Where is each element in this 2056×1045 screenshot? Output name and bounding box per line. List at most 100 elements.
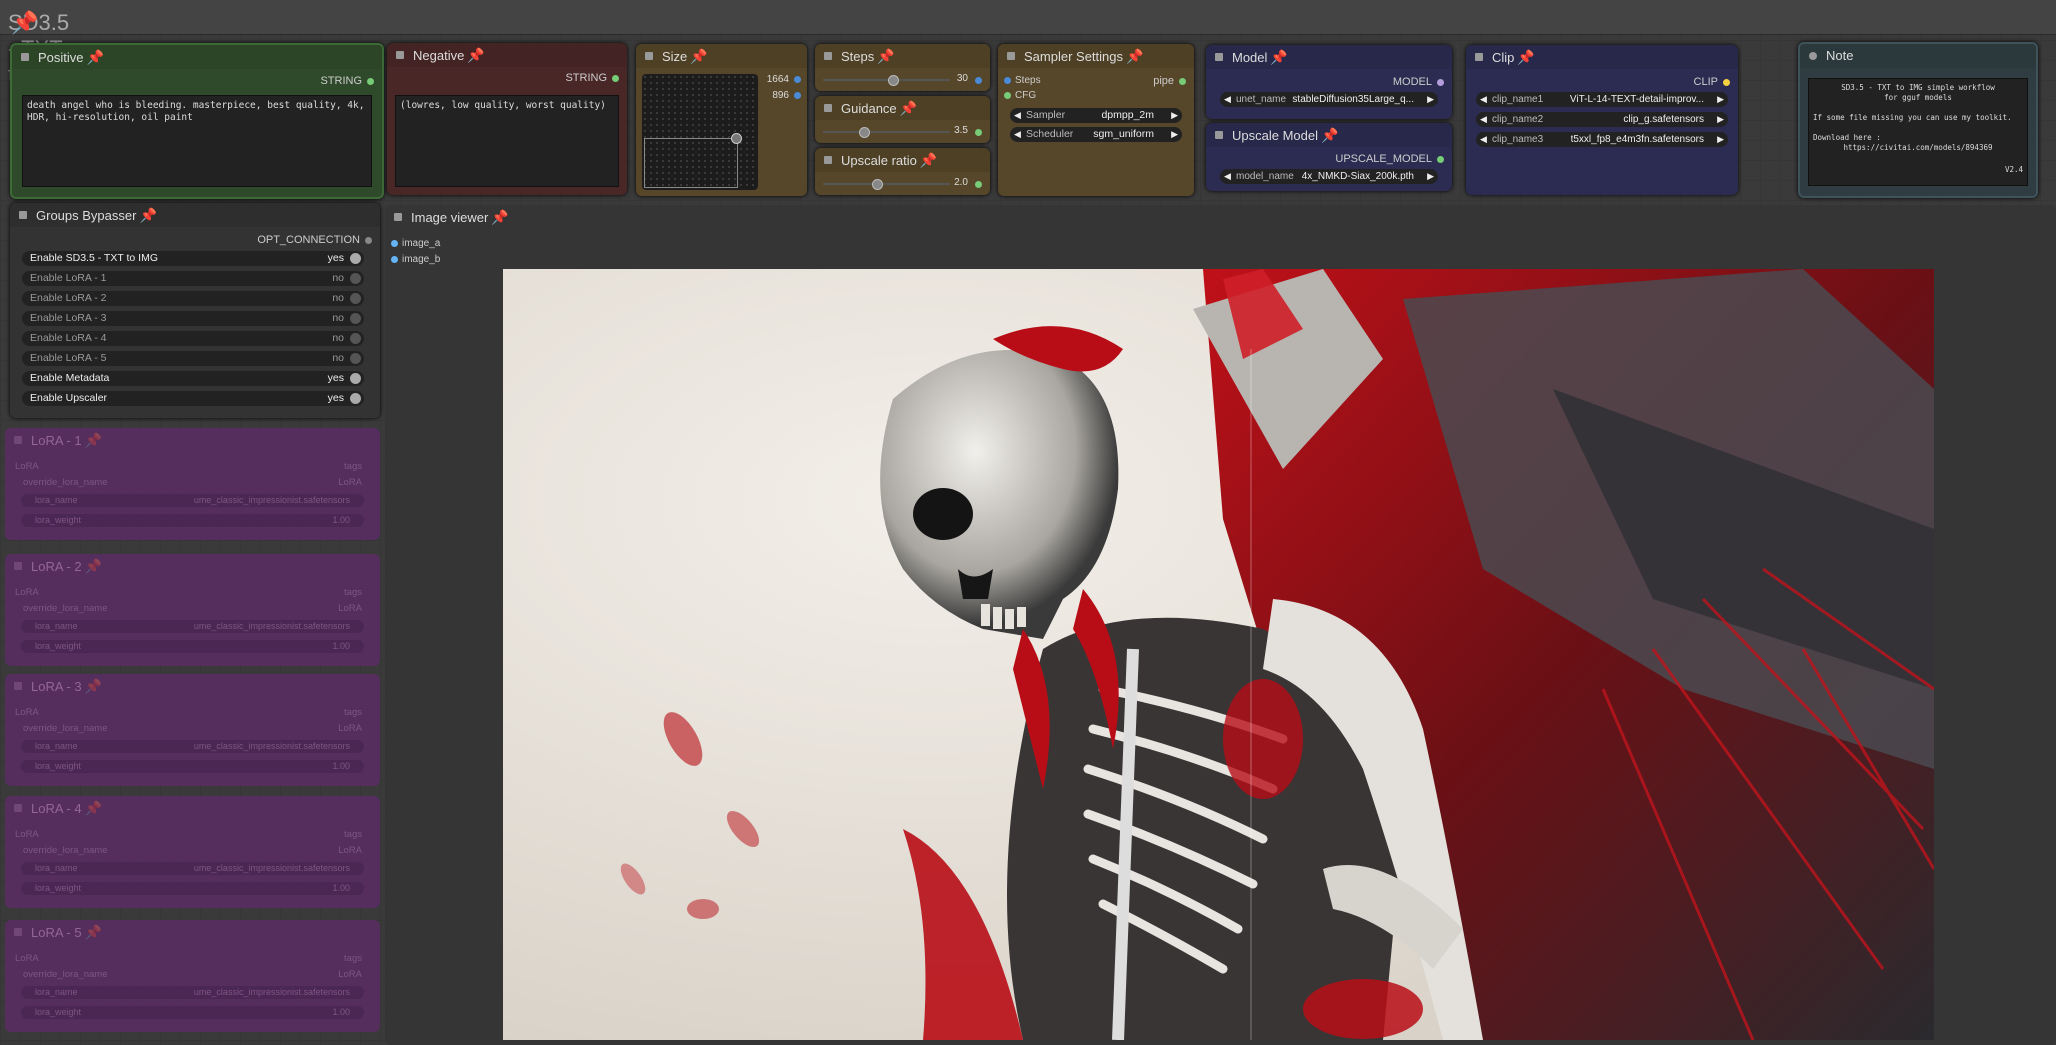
collapse-icon[interactable] xyxy=(394,213,402,221)
arrow-right-icon[interactable]: ▶ xyxy=(1717,92,1724,107)
size-canvas[interactable] xyxy=(642,74,758,190)
lora-name-select[interactable]: lora_name ume_classic_impressionist.safet… xyxy=(21,494,364,507)
unet-select[interactable]: ◀ unet_name stableDiffusion35Large_q... ▶ xyxy=(1220,92,1438,107)
negative-node[interactable]: Negative 📌 STRING (lowres, low quality, w… xyxy=(387,43,627,195)
toggle-knob[interactable] xyxy=(350,333,361,344)
collapse-icon[interactable] xyxy=(14,804,22,812)
lora-name-select[interactable]: lora_name ume_classic_impressionist.safet… xyxy=(21,986,364,999)
upscale-ratio-slider[interactable]: 2.0 xyxy=(815,177,990,191)
slider-knob[interactable] xyxy=(888,75,899,86)
negative-prompt-field[interactable]: (lowres, low quality, worst quality) xyxy=(395,95,619,187)
lora-weight-field[interactable]: lora_weight 1.00 xyxy=(21,640,364,653)
lora-node[interactable]: LoRA - 2 📌 LoRA override_lora_name tags LoRA l… xyxy=(5,554,380,666)
lora-node[interactable]: LoRA - 4 📌 LoRA override_lora_name tags LoRA l… xyxy=(5,796,380,908)
collapse-icon[interactable] xyxy=(824,52,832,60)
output-socket[interactable] xyxy=(794,75,801,83)
toggle-knob[interactable] xyxy=(350,273,361,284)
collapse-icon[interactable] xyxy=(1215,53,1223,61)
collapse-icon[interactable] xyxy=(1007,52,1015,60)
collapse-icon[interactable] xyxy=(824,104,832,112)
output-socket[interactable] xyxy=(975,77,982,84)
lora-name-select[interactable]: lora_name ume_classic_impressionist.safet… xyxy=(21,620,364,633)
scheduler-select[interactable]: ◀ Scheduler sgm_uniform ▶ xyxy=(1010,127,1182,142)
output-socket[interactable] xyxy=(975,129,982,136)
positive-prompt-field[interactable]: death angel who is bleeding. masterpiece… xyxy=(22,95,372,187)
output-socket[interactable] xyxy=(1437,155,1444,163)
collapse-icon[interactable] xyxy=(645,52,653,60)
size-handle[interactable] xyxy=(731,133,742,144)
slider-knob[interactable] xyxy=(872,179,883,190)
collapse-icon[interactable] xyxy=(1475,53,1483,61)
arrow-right-icon[interactable]: ▶ xyxy=(1717,132,1724,147)
arrow-left-icon[interactable]: ◀ xyxy=(1480,92,1487,107)
toggle-knob[interactable] xyxy=(350,293,361,304)
arrow-right-icon[interactable]: ▶ xyxy=(1171,127,1178,142)
lora-node[interactable]: LoRA - 5 📌 LoRA override_lora_name tags LoRA l… xyxy=(5,920,380,1032)
arrow-right-icon[interactable]: ▶ xyxy=(1717,112,1724,127)
output-socket[interactable] xyxy=(794,91,801,99)
input-socket[interactable] xyxy=(391,255,398,263)
input-socket[interactable] xyxy=(1004,76,1011,84)
output-socket[interactable] xyxy=(1179,77,1186,85)
lora-weight-field[interactable]: lora_weight 1.00 xyxy=(21,1006,364,1019)
bypass-toggle[interactable]: Enable Metadata yes xyxy=(22,371,364,386)
input-socket[interactable] xyxy=(1004,91,1011,99)
collapse-icon[interactable] xyxy=(14,436,22,444)
generated-image[interactable] xyxy=(503,269,1934,1040)
steps-slider[interactable]: 30 xyxy=(815,73,990,87)
collapse-icon[interactable] xyxy=(21,53,29,61)
collapse-icon[interactable] xyxy=(396,51,404,59)
bypass-toggle[interactable]: Enable SD3.5 - TXT to IMG yes xyxy=(22,251,364,266)
clip-name3-select[interactable]: ◀ clip_name3 t5xxl_fp8_e4m3fn.safetensors ▶ xyxy=(1476,132,1728,147)
clip-node[interactable]: Clip 📌 CLIP ◀ clip_name1 ViT-L-14-TEXT-deta… xyxy=(1466,45,1738,195)
groups-bypasser-node[interactable]: Groups Bypasser 📌 OPT_CONNECTION Enable S… xyxy=(10,203,380,418)
bypass-toggle[interactable]: Enable Upscaler yes xyxy=(22,391,364,406)
lora-name-select[interactable]: lora_name ume_classic_impressionist.safet… xyxy=(21,740,364,753)
slider-knob[interactable] xyxy=(859,127,870,138)
output-socket[interactable] xyxy=(365,236,372,244)
bypass-toggle[interactable]: Enable LoRA - 2 no xyxy=(22,291,364,306)
lora-weight-field[interactable]: lora_weight 1.00 xyxy=(21,760,364,773)
collapse-icon[interactable] xyxy=(1215,131,1223,139)
arrow-right-icon[interactable]: ▶ xyxy=(1171,108,1178,123)
toggle-knob[interactable] xyxy=(350,253,361,264)
lora-weight-field[interactable]: lora_weight 1.00 xyxy=(21,882,364,895)
upscale-ratio-node[interactable]: Upscale ratio 📌 2.0 xyxy=(815,148,990,195)
sampler-settings-node[interactable]: Sampler Settings 📌 Steps CFG pipe ◀ Sample… xyxy=(998,44,1194,196)
guidance-node[interactable]: Guidance 📌 3.5 xyxy=(815,96,990,143)
collapse-icon[interactable] xyxy=(14,562,22,570)
upscale-model-node[interactable]: Upscale Model 📌 UPSCALE_MODEL ◀ model_name… xyxy=(1206,123,1452,191)
collapse-icon[interactable] xyxy=(1809,52,1817,60)
arrow-left-icon[interactable]: ◀ xyxy=(1224,169,1231,184)
clip-name1-select[interactable]: ◀ clip_name1 ViT-L-14-TEXT-detail-improv..… xyxy=(1476,92,1728,107)
arrow-left-icon[interactable]: ◀ xyxy=(1014,127,1021,142)
positive-node[interactable]: Positive 📌 STRING death angel who is blee… xyxy=(10,43,384,199)
lora-node[interactable]: LoRA - 1 📌 LoRA override_lora_name tags LoRA l… xyxy=(5,428,380,540)
arrow-left-icon[interactable]: ◀ xyxy=(1480,132,1487,147)
toggle-knob[interactable] xyxy=(350,353,361,364)
toggle-knob[interactable] xyxy=(350,313,361,324)
lora-node[interactable]: LoRA - 3 📌 LoRA override_lora_name tags LoRA l… xyxy=(5,674,380,786)
note-node[interactable]: Note SD3.5 - TXT to IMG simple workflow … xyxy=(1798,42,2038,198)
collapse-icon[interactable] xyxy=(14,682,22,690)
lora-name-select[interactable]: lora_name ume_classic_impressionist.safet… xyxy=(21,862,364,875)
bypass-toggle[interactable]: Enable LoRA - 5 no xyxy=(22,351,364,366)
arrow-left-icon[interactable]: ◀ xyxy=(1224,92,1231,107)
output-socket[interactable] xyxy=(975,181,982,188)
clip-name2-select[interactable]: ◀ clip_name2 clip_g.safetensors ▶ xyxy=(1476,112,1728,127)
bypass-toggle[interactable]: Enable LoRA - 3 no xyxy=(22,311,364,326)
toggle-knob[interactable] xyxy=(350,393,361,404)
arrow-right-icon[interactable]: ▶ xyxy=(1427,169,1434,184)
toggle-knob[interactable] xyxy=(350,373,361,384)
output-socket[interactable] xyxy=(367,77,374,85)
output-socket[interactable] xyxy=(612,74,619,82)
collapse-icon[interactable] xyxy=(19,211,27,219)
size-node[interactable]: Size 📌 1664 896 xyxy=(636,44,807,196)
sampler-select[interactable]: ◀ Sampler dpmpp_2m ▶ xyxy=(1010,108,1182,123)
arrow-left-icon[interactable]: ◀ xyxy=(1480,112,1487,127)
guidance-slider[interactable]: 3.5 xyxy=(815,125,990,139)
bypass-toggle[interactable]: Enable LoRA - 4 no xyxy=(22,331,364,346)
collapse-icon[interactable] xyxy=(14,928,22,936)
lora-weight-field[interactable]: lora_weight 1.00 xyxy=(21,514,364,527)
collapse-icon[interactable] xyxy=(824,156,832,164)
